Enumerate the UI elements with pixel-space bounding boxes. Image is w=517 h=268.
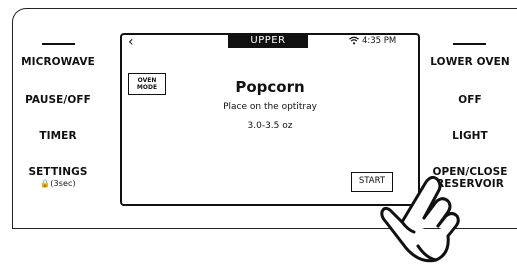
off-button-label: OFF xyxy=(458,94,482,106)
microwave-button[interactable]: MICROWAVE xyxy=(18,56,98,68)
timer-button-label: TIMER xyxy=(39,130,77,142)
touchscreen-display: ‹ UPPER 4:35 PM OVEN MODE Popcorn Place … xyxy=(120,33,420,206)
lower-oven-button[interactable]: LOWER OVEN xyxy=(425,56,515,68)
amount-text: 3.0-3.5 oz xyxy=(247,121,293,131)
hand-pointer-icon xyxy=(380,175,460,263)
upper-oven-tab[interactable]: UPPER xyxy=(228,33,308,48)
pause-off-button-label: PAUSE/OFF xyxy=(25,94,91,106)
pause-off-button[interactable]: PAUSE/OFF xyxy=(18,94,98,106)
back-icon[interactable]: ‹ xyxy=(128,34,134,50)
light-button-label: LIGHT xyxy=(452,130,488,142)
settings-button[interactable]: SETTINGS 🔒(3sec) xyxy=(18,166,98,188)
microwave-button-label: MICROWAVE xyxy=(21,56,95,68)
settings-button-label: SETTINGS xyxy=(28,166,88,178)
placement-instruction: Place on the optitray xyxy=(223,102,317,112)
settings-lock-hint: 🔒(3sec) xyxy=(40,179,76,188)
off-button[interactable]: OFF xyxy=(425,94,515,106)
microwave-indicator-bar xyxy=(42,43,75,45)
lower-oven-button-label: LOWER OVEN xyxy=(430,56,510,68)
lower-oven-indicator-bar xyxy=(453,43,486,45)
wifi-icon xyxy=(349,36,359,45)
clock-time: 4:35 PM xyxy=(362,36,397,46)
light-button[interactable]: LIGHT xyxy=(425,130,515,142)
recipe-title: Popcorn xyxy=(235,78,305,96)
timer-button[interactable]: TIMER xyxy=(18,130,98,142)
